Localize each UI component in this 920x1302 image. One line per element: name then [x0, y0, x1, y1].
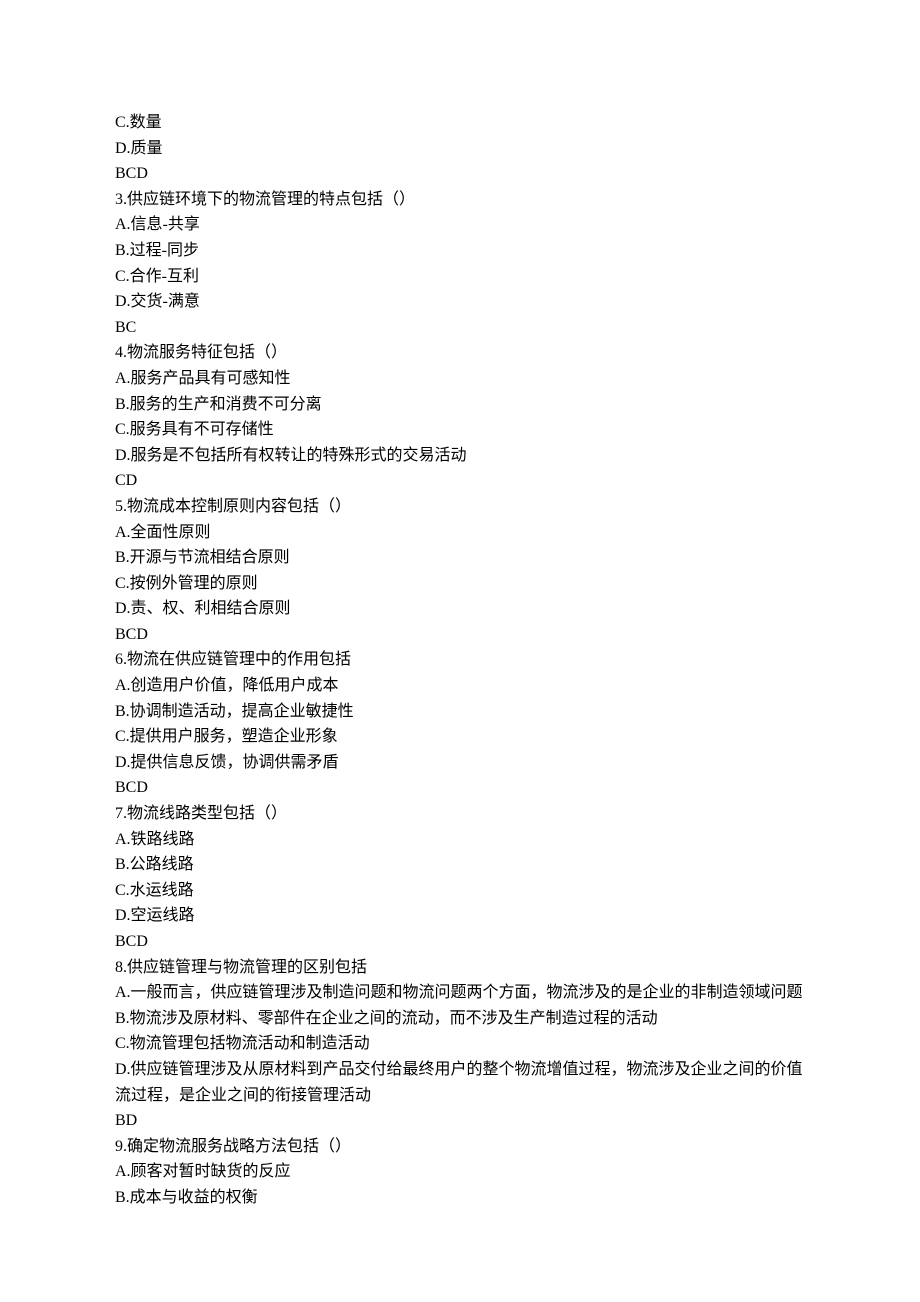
text-line: B.协调制造活动，提高企业敏捷性 — [115, 699, 805, 725]
text-line: BCD — [115, 622, 805, 648]
text-line: 8.供应链管理与物流管理的区别包括 — [115, 955, 805, 981]
document-body: C.数量D.质量BCD3.供应链环境下的物流管理的特点包括（）A.信息-共享B.… — [115, 110, 805, 1211]
text-line: A.顾客对暂时缺货的反应 — [115, 1159, 805, 1185]
text-line: D.质量 — [115, 136, 805, 162]
text-line: D.责、权、利相结合原则 — [115, 596, 805, 622]
text-line: A.铁路线路 — [115, 827, 805, 853]
text-line: C.数量 — [115, 110, 805, 136]
text-line: CD — [115, 468, 805, 494]
text-line: 5.物流成本控制原则内容包括（） — [115, 494, 805, 520]
text-line: A.创造用户价值，降低用户成本 — [115, 673, 805, 699]
text-line: A.全面性原则 — [115, 520, 805, 546]
text-line: A.服务产品具有可感知性 — [115, 366, 805, 392]
text-line: 3.供应链环境下的物流管理的特点包括（） — [115, 187, 805, 213]
text-line: B.开源与节流相结合原则 — [115, 545, 805, 571]
text-line: D.服务是不包括所有权转让的特殊形式的交易活动 — [115, 443, 805, 469]
text-line: BCD — [115, 161, 805, 187]
text-line: BC — [115, 315, 805, 341]
text-line: C.物流管理包括物流活动和制造活动 — [115, 1031, 805, 1057]
text-line: D.提供信息反馈，协调供需矛盾 — [115, 750, 805, 776]
text-line: D.空运线路 — [115, 903, 805, 929]
text-line: B.过程-同步 — [115, 238, 805, 264]
text-line: B.物流涉及原材料、零部件在企业之间的流动，而不涉及生产制造过程的活动 — [115, 1006, 805, 1032]
text-line: 7.物流线路类型包括（） — [115, 801, 805, 827]
text-line: A.一般而言，供应链管理涉及制造问题和物流问题两个方面，物流涉及的是企业的非制造… — [115, 980, 805, 1006]
text-line: C.合作-互利 — [115, 264, 805, 290]
text-line: BCD — [115, 929, 805, 955]
text-line: C.水运线路 — [115, 878, 805, 904]
text-line: C.按例外管理的原则 — [115, 571, 805, 597]
text-line: BCD — [115, 775, 805, 801]
text-line: D.供应链管理涉及从原材料到产品交付给最终用户的整个物流增值过程，物流涉及企业之… — [115, 1057, 805, 1108]
text-line: A.信息-共享 — [115, 212, 805, 238]
text-line: BD — [115, 1108, 805, 1134]
text-line: 6.物流在供应链管理中的作用包括 — [115, 647, 805, 673]
text-line: B.公路线路 — [115, 852, 805, 878]
text-line: 9.确定物流服务战略方法包括（） — [115, 1134, 805, 1160]
text-line: D.交货-满意 — [115, 289, 805, 315]
text-line: C.提供用户服务，塑造企业形象 — [115, 724, 805, 750]
text-line: B.成本与收益的权衡 — [115, 1185, 805, 1211]
text-line: B.服务的生产和消费不可分离 — [115, 392, 805, 418]
text-line: 4.物流服务特征包括（） — [115, 340, 805, 366]
text-line: C.服务具有不可存储性 — [115, 417, 805, 443]
